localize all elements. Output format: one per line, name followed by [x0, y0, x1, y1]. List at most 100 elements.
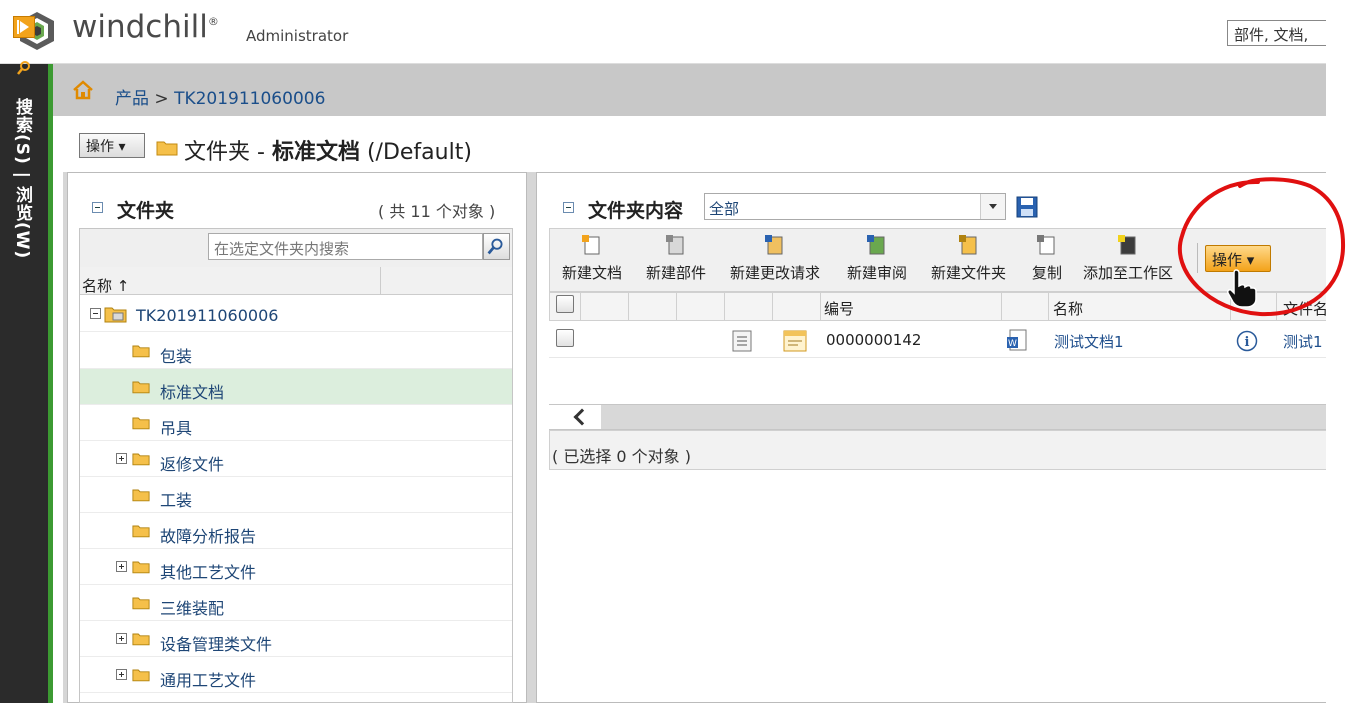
select-all-checkbox[interactable] [556, 295, 574, 313]
right-margin [1326, 0, 1347, 703]
save-view-icon[interactable] [1015, 195, 1039, 219]
folder-search-input[interactable]: 在选定文件夹内搜索 [208, 233, 483, 260]
column-divider [1001, 292, 1002, 321]
toolbar-button[interactable]: 新建部件 [646, 234, 706, 283]
magnifier-icon[interactable] [16, 60, 32, 76]
info-icon[interactable]: i [1236, 330, 1258, 352]
folder-tree-item-label[interactable]: 吊具 [160, 415, 192, 439]
expand-icon[interactable] [116, 561, 127, 572]
table-row[interactable] [549, 321, 1326, 358]
folder-tree-item[interactable]: 故障分析报告 [80, 513, 512, 549]
toolbar-button-label: 新建文档 [562, 264, 623, 282]
row-filename-link[interactable]: 测试1 [1283, 331, 1326, 352]
column-divider [628, 292, 629, 321]
tree-column-name[interactable]: 名称 ↑ [82, 275, 129, 296]
folder-tree-item-label[interactable]: 通用工艺文件 [160, 667, 256, 691]
column-filename[interactable]: 文件名 [1283, 298, 1326, 319]
folder-tree-item[interactable]: 返修文件 [80, 441, 512, 477]
breadcrumb-root-link[interactable]: 产品 [115, 89, 149, 109]
toolbar-button[interactable]: 复制 [1032, 234, 1062, 283]
row-checkbox[interactable] [556, 329, 574, 347]
folder-icon [132, 669, 150, 682]
global-search-input[interactable]: 部件, 文档, [1227, 20, 1337, 46]
expand-icon[interactable] [116, 633, 127, 644]
expand-panel-icon[interactable] [13, 16, 35, 38]
search-icon[interactable] [483, 233, 510, 260]
expand-icon[interactable] [116, 669, 127, 680]
toolbar-button-label: 复制 [1032, 264, 1063, 282]
toolbar-button[interactable]: 新建文档 [562, 234, 622, 283]
folder-tree-item[interactable]: 其他工艺文件 [80, 549, 512, 585]
tree-root-label[interactable]: TK201911060006 [136, 306, 278, 325]
folder-tree-item[interactable]: 工装 [80, 477, 512, 513]
page-actions-button[interactable]: 操作 ▾ [79, 133, 145, 158]
navigator-accent [48, 64, 53, 703]
tree-root-row[interactable]: TK201911060006 [80, 296, 512, 332]
navigator-tabs[interactable]: 搜索(S) | 浏览(W) [10, 98, 35, 259]
page-title: 文件夹 - 标准文档 (/Default) [184, 140, 472, 165]
folder-icon [132, 597, 150, 610]
folder-tree-item[interactable]: 通用工艺文件 [80, 657, 512, 693]
view-select[interactable]: 全部 [704, 193, 1006, 220]
new-document-icon [582, 235, 600, 255]
breadcrumb-current-link[interactable]: TK201911060006 [174, 89, 325, 109]
folder-tree-item[interactable]: 三维装配 [80, 585, 512, 621]
app-logo-text: windchill® [72, 9, 219, 45]
column-divider [724, 292, 725, 321]
collapse-folder-panel-icon[interactable] [92, 202, 103, 213]
hand-cursor-icon [1227, 269, 1257, 308]
toolbar-button[interactable]: 新建文件夹 [931, 234, 1006, 283]
toolbar-button[interactable]: 添加至工作区 [1083, 234, 1173, 283]
folder-tree-item-label[interactable]: 三维装配 [160, 595, 224, 619]
collapse-icon[interactable] [90, 308, 101, 319]
toolbar-button[interactable]: 新建更改请求 [730, 234, 820, 283]
chevron-down-icon[interactable] [980, 194, 1005, 219]
new-folder-icon [958, 235, 976, 255]
folder-tree-item-label[interactable]: 包装 [160, 343, 192, 367]
row-name-link[interactable]: 测试文档1 [1054, 331, 1124, 352]
column-divider [676, 292, 677, 321]
folder-tree-item-label[interactable]: 故障分析报告 [160, 523, 256, 547]
folder-tree-item-label[interactable]: 返修文件 [160, 451, 224, 475]
folder-icon [132, 345, 150, 358]
svg-text:W: W [1008, 339, 1017, 349]
column-name[interactable]: 名称 [1053, 298, 1083, 319]
home-icon[interactable] [72, 80, 94, 100]
new-change-request-icon [765, 235, 783, 255]
breadcrumb: 产品 > TK201911060006 [115, 84, 325, 109]
add-to-workspace-icon [1118, 235, 1136, 255]
collapse-content-panel-icon[interactable] [563, 202, 574, 213]
column-number[interactable]: 编号 [824, 298, 854, 319]
folder-tree-item[interactable]: 标准文档 [80, 369, 512, 405]
folder-count: ( 共 11 个对象 ) [378, 202, 496, 221]
breadcrumb-separator: > [149, 89, 175, 109]
folder-tree-item[interactable]: 吊具 [80, 405, 512, 441]
details-icon[interactable] [732, 330, 752, 352]
folder-icon [132, 381, 150, 394]
current-user: Administrator [246, 27, 349, 45]
toolbar-button-label: 添加至工作区 [1083, 264, 1174, 282]
word-file-icon[interactable]: W [1006, 329, 1030, 353]
product-folder-icon [104, 307, 127, 323]
column-divider [772, 292, 773, 321]
svg-text:i: i [1245, 335, 1250, 350]
column-divider [380, 267, 381, 295]
folder-tree-item-label[interactable]: 标准文档 [160, 379, 224, 403]
folder-tree-item-label[interactable]: 工装 [160, 487, 192, 511]
column-divider [580, 292, 581, 321]
folder-tree-item[interactable]: 设备管理类文件 [80, 621, 512, 657]
toolbar-button-label: 新建文件夹 [931, 264, 1007, 282]
scroll-left-icon[interactable] [549, 405, 601, 429]
toolbar-button[interactable]: 新建审阅 [847, 234, 907, 283]
expand-icon[interactable] [116, 453, 127, 464]
folder-icon [132, 561, 150, 574]
folder-tree-item-label[interactable]: 其他工艺文件 [160, 559, 256, 583]
folder-panel-title: 文件夹 [117, 200, 175, 222]
toolbar-button-label: 新建审阅 [847, 264, 908, 282]
toolbar-separator [1197, 243, 1198, 273]
folder-tree-item-label[interactable]: 设备管理类文件 [160, 631, 272, 655]
folder-icon [132, 525, 150, 538]
folder-icon [132, 453, 150, 466]
horizontal-scrollbar[interactable] [549, 404, 1326, 430]
folder-tree-item[interactable]: 包装 [80, 333, 512, 369]
